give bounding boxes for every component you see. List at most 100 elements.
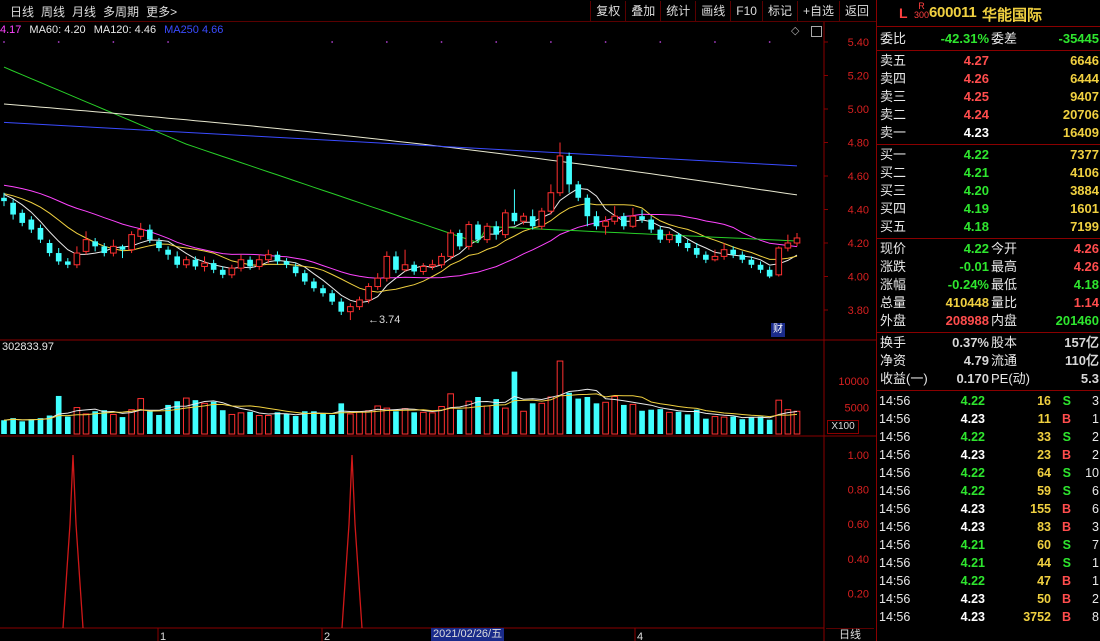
toolbar-button-3[interactable]: 画线: [695, 1, 730, 21]
tick-volume: 33: [1037, 430, 1051, 444]
volume-bar: [274, 412, 281, 434]
ask-row-4[interactable]: 卖一 4.23 16409: [877, 124, 1100, 142]
tick-price: 4.23: [960, 610, 985, 624]
volume-bar: [37, 418, 44, 434]
toolbar-button-2[interactable]: 统计: [660, 1, 695, 21]
volume-bar: [219, 410, 226, 434]
period-tab-0[interactable]: 日线: [10, 3, 34, 20]
sep-2: [877, 144, 1100, 145]
stat-row-0: 现价 4.22 今开 4.26: [877, 240, 1100, 258]
ask-label: 卖四: [880, 71, 907, 86]
toolbar-button-6[interactable]: +自选: [796, 1, 839, 21]
ask-row-1[interactable]: 卖四 4.26 6444: [877, 70, 1100, 88]
finance-badge[interactable]: 财: [771, 323, 785, 337]
volume-bar: [311, 411, 317, 434]
sep-3: [877, 238, 1100, 239]
volume-bar: [265, 415, 272, 435]
candle-body: [447, 232, 454, 257]
bid-volume: 7199: [1070, 219, 1099, 234]
volume-bar: [493, 399, 500, 434]
volume-bar: [538, 402, 546, 435]
trade-tick-row: 14:56 4.22 33 S 2: [877, 428, 1100, 446]
ask-price: 4.23: [963, 125, 989, 140]
volume-bar: [237, 412, 245, 435]
candle-body: [82, 239, 90, 252]
candle-body: [10, 202, 16, 215]
period-tab-4[interactable]: 更多>: [146, 3, 177, 20]
bid-row-1[interactable]: 买二 4.21 4106: [877, 164, 1100, 182]
tick-time: 14:56: [879, 556, 911, 570]
ask-price: 4.24: [963, 107, 989, 122]
order-ratio-row-label2: 委差: [991, 31, 1018, 46]
diamond-icon[interactable]: ◇: [791, 26, 799, 37]
toolbar-button-5[interactable]: 标记: [761, 1, 797, 21]
indicator-axis-label-1: 0.80: [848, 485, 869, 497]
candle-body: [620, 216, 627, 227]
volume-bar: [19, 421, 26, 434]
ask-row-0[interactable]: 卖五 4.27 6646: [877, 52, 1100, 70]
trade-tick-row: 14:56 4.22 47 B 1: [877, 572, 1100, 590]
candle-body: [37, 227, 44, 240]
stat-row-2-value: -0.24%: [947, 277, 989, 292]
candle-body: [611, 215, 619, 222]
bid-row-0[interactable]: 买一 4.22 7377: [877, 146, 1100, 164]
volume-bar: [629, 403, 637, 435]
volume-bar: [593, 403, 600, 434]
toolbar-button-4[interactable]: F10: [730, 1, 762, 21]
tick-direction: B: [1061, 502, 1071, 516]
stock-name: 华能国际: [982, 7, 1043, 24]
candle-body: [92, 241, 98, 247]
tick-count: 1: [1092, 412, 1099, 426]
ask-row-3[interactable]: 卖二 4.24 20706: [877, 106, 1100, 124]
tick-count: 3: [1092, 520, 1099, 534]
toolbar-button-7[interactable]: 返回: [838, 1, 874, 21]
volume-bar: [657, 409, 664, 434]
window-toggle-icon[interactable]: [811, 26, 822, 37]
signal-dot: [714, 41, 716, 43]
tick-time: 14:56: [879, 412, 911, 426]
ask-row-2[interactable]: 卖三 4.25 9407: [877, 88, 1100, 106]
bid-row-2[interactable]: 买三 4.20 3884: [877, 182, 1100, 200]
tick-time: 14:56: [879, 430, 911, 444]
tick-price: 4.22: [960, 430, 985, 444]
volume-bar: [401, 408, 409, 435]
fundamental-row-1: 净资 4.79 流通 110亿: [877, 352, 1100, 370]
toolbar-button-1[interactable]: 叠加: [625, 1, 660, 21]
candle-body: [684, 243, 691, 249]
tick-direction: S: [1062, 430, 1071, 444]
trade-tick-row: 14:56 4.23 83 B 3: [877, 518, 1100, 536]
stat-row-4-value: 208988: [945, 313, 989, 328]
volume-bar: [82, 413, 90, 435]
candle-body: [192, 259, 199, 267]
tick-volume: 64: [1037, 466, 1051, 480]
candle-body: [401, 264, 409, 271]
ma-legend-item-1: MA60: 4.20: [29, 24, 86, 36]
candle-body: [64, 261, 71, 265]
candle-body: [720, 249, 728, 257]
volume-unit-button[interactable]: X100: [827, 420, 859, 434]
tick-count: 7: [1092, 538, 1099, 552]
stat-row-3-label2: 量比: [991, 295, 1018, 310]
kline-chart[interactable]: 5.40 5.20 5.00 4.80 4.60 4.40 4.20 4.00 3.80 1000…: [0, 22, 876, 641]
period-tab-2[interactable]: 月线: [72, 3, 96, 20]
period-tab-3[interactable]: 多周期: [103, 3, 139, 20]
volume-bar: [419, 411, 427, 435]
candle-body: [274, 254, 281, 262]
toolbar-button-0[interactable]: 复权: [590, 1, 625, 21]
volume-bar: [356, 411, 363, 435]
volume-bar: [192, 400, 199, 434]
volume-bar: [110, 413, 117, 435]
tick-direction: B: [1061, 520, 1071, 534]
order-ratio-row-label: 委比: [880, 31, 907, 46]
ask-label: 卖五: [880, 53, 907, 68]
period-axis-tab[interactable]: 日线: [826, 628, 874, 641]
candle-body: [411, 264, 417, 272]
bid-price: 4.21: [963, 165, 989, 180]
period-tab-1[interactable]: 周线: [41, 3, 65, 20]
tick-time: 14:56: [879, 538, 911, 552]
bid-row-4[interactable]: 买五 4.18 7199: [877, 218, 1100, 236]
candle-body: [338, 301, 345, 312]
bid-row-3[interactable]: 买四 4.19 1601: [877, 200, 1100, 218]
bid-label: 买三: [880, 183, 907, 198]
price-axis-label-6: 4.20: [848, 238, 869, 250]
